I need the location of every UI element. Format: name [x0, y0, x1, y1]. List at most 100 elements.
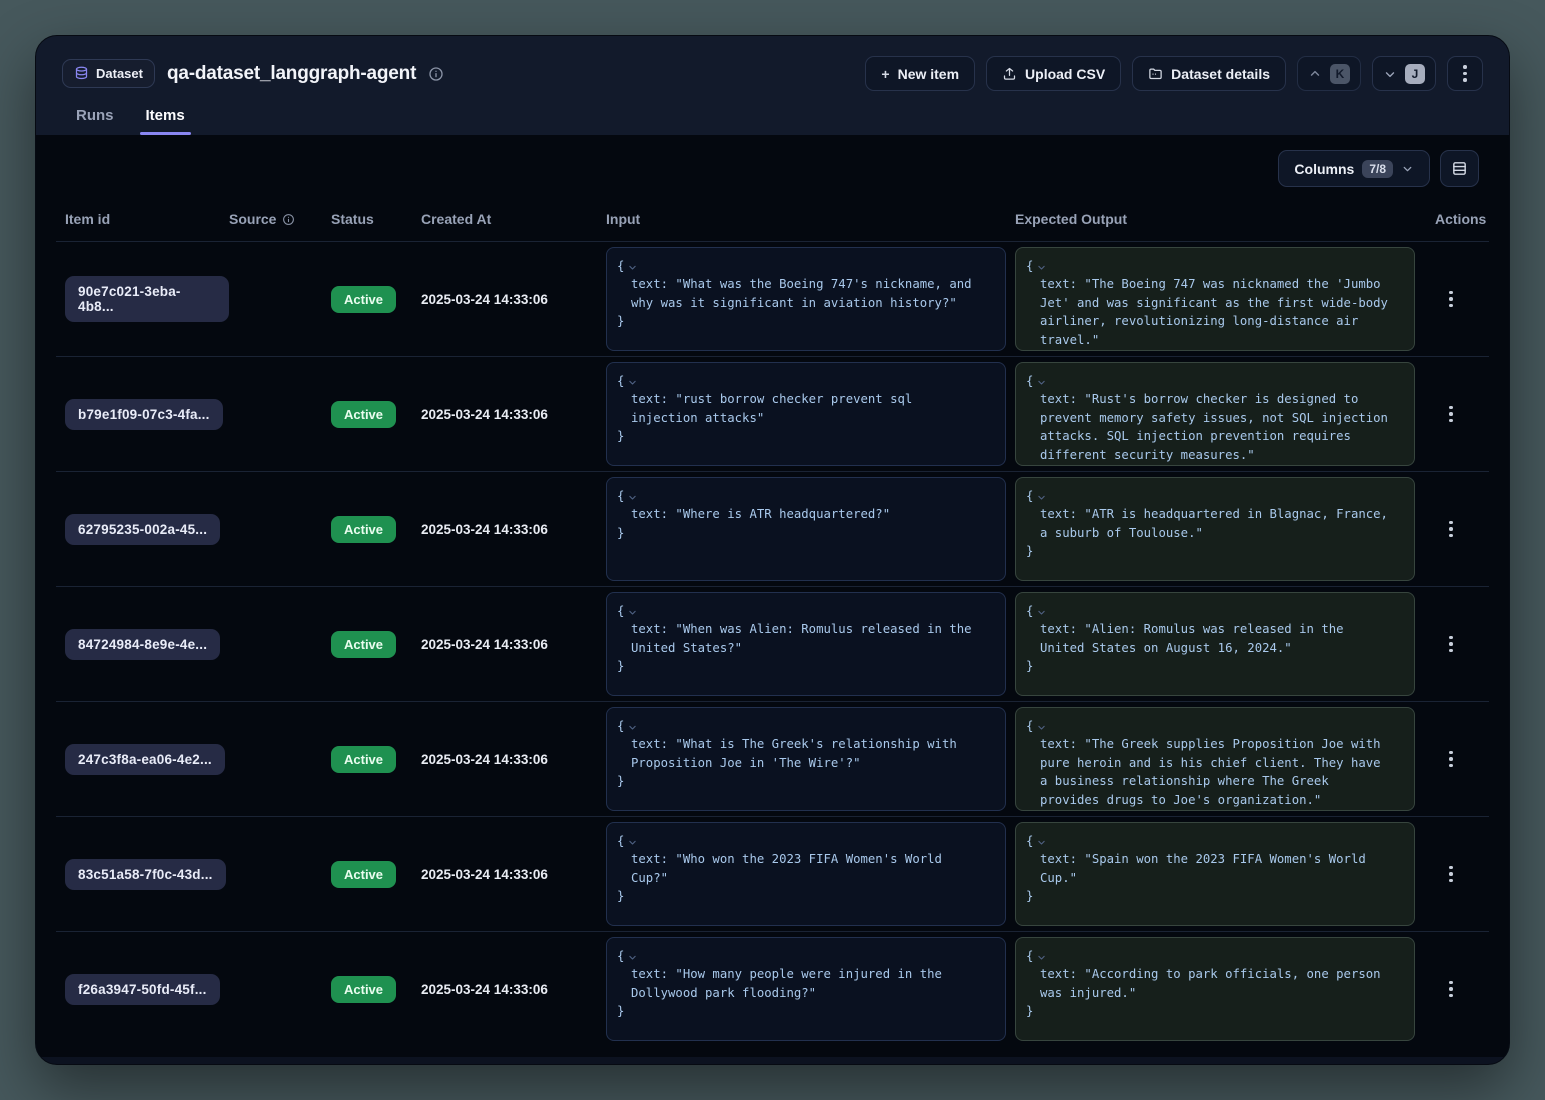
- status-cell: Active: [331, 516, 421, 543]
- open-brace: {: [617, 257, 624, 275]
- status-cell: Active: [331, 746, 421, 773]
- collapse-icon[interactable]: [1037, 608, 1046, 617]
- next-item-button[interactable]: J: [1372, 56, 1436, 91]
- collapse-icon[interactable]: [628, 723, 637, 732]
- collapse-icon[interactable]: [1037, 953, 1046, 962]
- expected-output-json-text: text: "According to park officials, one …: [1026, 965, 1390, 1002]
- chevron-down-icon: [1383, 67, 1397, 81]
- open-brace: {: [617, 717, 624, 735]
- expected-output-json-box[interactable]: { text: "According to park officials, on…: [1015, 937, 1415, 1041]
- collapse-icon[interactable]: [1037, 723, 1046, 732]
- dataset-type-badge: Dataset: [62, 59, 155, 88]
- collapse-icon[interactable]: [628, 263, 637, 272]
- expected-output-json-text: text: "The Boeing 747 was nicknamed the …: [1026, 275, 1390, 349]
- row-actions-button[interactable]: [1441, 400, 1461, 429]
- item-id-badge[interactable]: b79e1f09-07c3-4fa...: [65, 399, 223, 430]
- collapse-icon[interactable]: [1037, 838, 1046, 847]
- open-brace: {: [617, 487, 624, 505]
- input-json-box[interactable]: { text: "What is The Greek's relationshi…: [606, 707, 1006, 811]
- header-actions: + New item Upload CSV: [865, 56, 1483, 91]
- collapse-icon[interactable]: [628, 953, 637, 962]
- expected-output-cell: { text: "ATR is headquartered in Blagnac…: [1015, 477, 1435, 581]
- tab-items[interactable]: Items: [144, 107, 187, 135]
- close-brace: }: [1026, 657, 1404, 675]
- item-id-badge[interactable]: 83c51a58-7f0c-43d...: [65, 859, 226, 890]
- input-cell: { text: "rust borrow checker prevent sql…: [606, 362, 1015, 466]
- row-actions-button[interactable]: [1441, 630, 1461, 659]
- dataset-details-button[interactable]: Dataset details: [1132, 56, 1286, 91]
- expected-output-json-box[interactable]: { text: "Spain won the 2023 FIFA Women's…: [1015, 822, 1415, 926]
- open-brace: {: [1026, 832, 1033, 850]
- collapse-icon[interactable]: [1037, 378, 1046, 387]
- expected-output-cell: { text: "Spain won the 2023 FIFA Women's…: [1015, 822, 1435, 926]
- actions-cell: [1435, 630, 1489, 659]
- status-cell: Active: [331, 631, 421, 658]
- input-cell: { text: "How many people were injured in…: [606, 937, 1015, 1041]
- item-id-badge[interactable]: 90e7c021-3eba-4b8...: [65, 276, 229, 322]
- row-actions-button[interactable]: [1441, 285, 1461, 314]
- input-cell: { text: "Where is ATR headquartered?" }: [606, 477, 1015, 581]
- close-brace: }: [1026, 887, 1404, 905]
- upload-icon: [1002, 66, 1017, 81]
- input-cell: { text: "What was the Boeing 747's nickn…: [606, 247, 1015, 351]
- input-json-box[interactable]: { text: "Where is ATR headquartered?" }: [606, 477, 1006, 581]
- expected-output-json-text: text: "Spain won the 2023 FIFA Women's W…: [1026, 850, 1390, 887]
- app-window: Dataset qa-dataset_langgraph-agent + New…: [35, 35, 1510, 1065]
- expected-output-json-box[interactable]: { text: "Alien: Romulus was released in …: [1015, 592, 1415, 696]
- table-body: 90e7c021-3eba-4b8... Active 2025-03-24 1…: [36, 241, 1509, 1046]
- tab-runs[interactable]: Runs: [74, 107, 116, 135]
- collapse-icon[interactable]: [1037, 263, 1046, 272]
- item-id-cell: 90e7c021-3eba-4b8...: [65, 276, 229, 322]
- open-brace: {: [617, 832, 624, 850]
- row-actions-button[interactable]: [1441, 860, 1461, 889]
- status-cell: Active: [331, 401, 421, 428]
- row-actions-button[interactable]: [1441, 515, 1461, 544]
- item-id-badge[interactable]: 62795235-002a-45...: [65, 514, 220, 545]
- expected-output-json-box[interactable]: { text: "ATR is headquartered in Blagnac…: [1015, 477, 1415, 581]
- column-header-expected-output: Expected Output: [1015, 211, 1435, 227]
- created-at-cell: 2025-03-24 14:33:06: [421, 407, 606, 422]
- created-at-cell: 2025-03-24 14:33:06: [421, 982, 606, 997]
- input-json-box[interactable]: { text: "What was the Boeing 747's nickn…: [606, 247, 1006, 351]
- input-json-box[interactable]: { text: "Who won the 2023 FIFA Women's W…: [606, 822, 1006, 926]
- collapse-icon[interactable]: [628, 608, 637, 617]
- item-id-badge[interactable]: 247c3f8a-ea06-4e2...: [65, 744, 225, 775]
- collapse-icon[interactable]: [628, 838, 637, 847]
- input-cell: { text: "What is The Greek's relationshi…: [606, 707, 1015, 811]
- collapse-icon[interactable]: [1037, 493, 1046, 502]
- input-json-box[interactable]: { text: "rust borrow checker prevent sql…: [606, 362, 1006, 466]
- item-id-badge[interactable]: 84724984-8e9e-4e...: [65, 629, 220, 660]
- row-height-button[interactable]: [1440, 150, 1479, 187]
- row-actions-button[interactable]: [1441, 975, 1461, 1004]
- actions-cell: [1435, 400, 1489, 429]
- column-header-input: Input: [606, 211, 1015, 227]
- created-at-cell: 2025-03-24 14:33:06: [421, 637, 606, 652]
- expected-output-json-box[interactable]: { text: "Rust's borrow checker is design…: [1015, 362, 1415, 466]
- item-id-badge[interactable]: f26a3947-50fd-45f...: [65, 974, 220, 1005]
- info-icon[interactable]: [428, 66, 444, 82]
- expected-output-json-text: text: "Alien: Romulus was released in th…: [1026, 620, 1390, 657]
- open-brace: {: [1026, 947, 1033, 965]
- title-group: Dataset qa-dataset_langgraph-agent: [62, 59, 444, 88]
- previous-item-button[interactable]: K: [1297, 56, 1361, 91]
- close-brace: }: [1026, 464, 1404, 466]
- collapse-icon[interactable]: [628, 493, 637, 502]
- expected-output-json-box[interactable]: { text: "The Greek supplies Proposition …: [1015, 707, 1415, 811]
- column-header-status: Status: [331, 211, 421, 227]
- header-more-actions-button[interactable]: [1447, 56, 1483, 91]
- input-json-box[interactable]: { text: "How many people were injured in…: [606, 937, 1006, 1041]
- new-item-button[interactable]: + New item: [865, 56, 975, 91]
- input-json-box[interactable]: { text: "When was Alien: Romulus release…: [606, 592, 1006, 696]
- upload-csv-button[interactable]: Upload CSV: [986, 56, 1121, 91]
- page-title: qa-dataset_langgraph-agent: [167, 63, 416, 85]
- expected-output-json-box[interactable]: { text: "The Boeing 747 was nicknamed th…: [1015, 247, 1415, 351]
- item-id-cell: 62795235-002a-45...: [65, 514, 229, 545]
- columns-dropdown-button[interactable]: Columns 7/8: [1278, 150, 1430, 187]
- row-actions-button[interactable]: [1441, 745, 1461, 774]
- created-at-cell: 2025-03-24 14:33:06: [421, 752, 606, 767]
- table-row: 247c3f8a-ea06-4e2... Active 2025-03-24 1…: [56, 701, 1489, 816]
- input-json-text: text: "Where is ATR headquartered?": [617, 505, 981, 523]
- input-cell: { text: "When was Alien: Romulus release…: [606, 592, 1015, 696]
- collapse-icon[interactable]: [628, 378, 637, 387]
- info-icon[interactable]: [282, 213, 295, 226]
